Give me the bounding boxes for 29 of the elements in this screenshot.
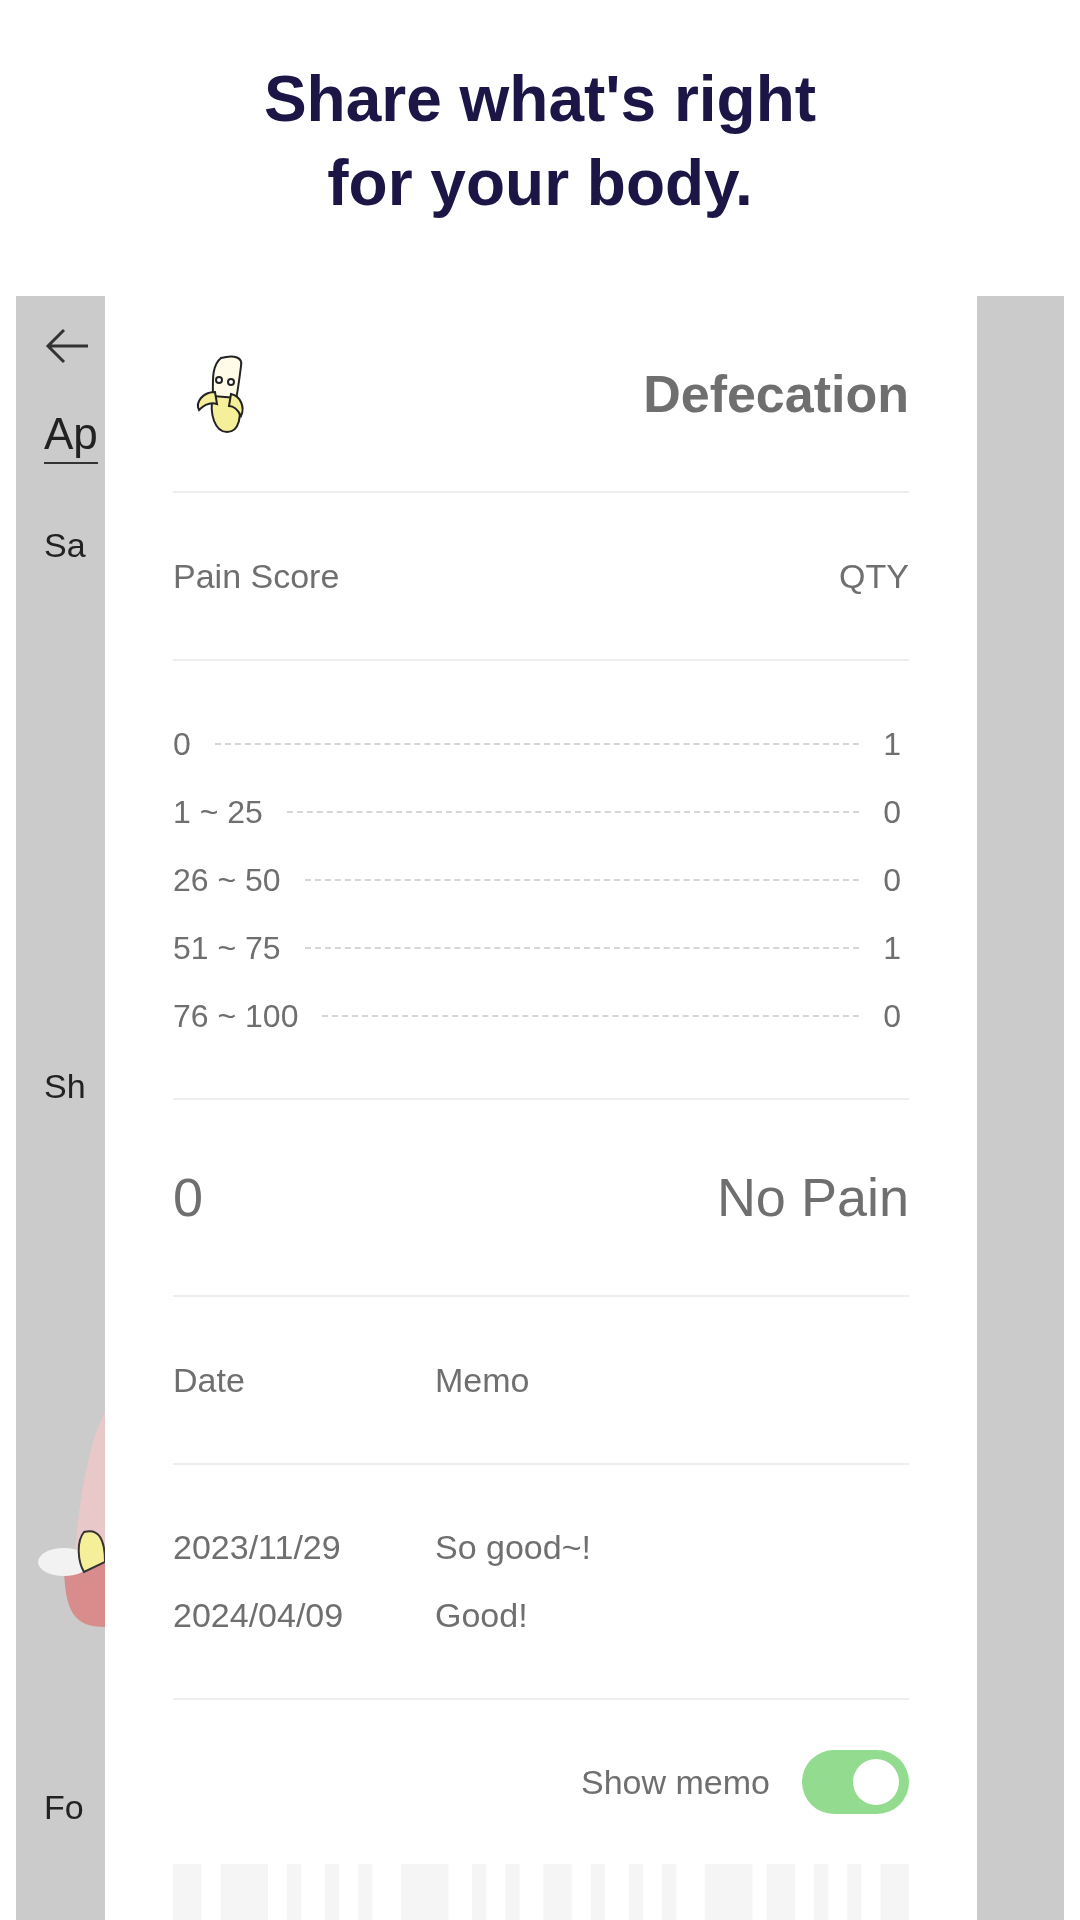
back-arrow-icon[interactable] — [44, 326, 90, 366]
section-label: Sa — [44, 525, 87, 566]
memo-date: 2023/11/29 — [173, 1527, 342, 1568]
range-label: 1 ~ 25 — [173, 792, 263, 832]
section-label: Sh — [44, 1066, 87, 1107]
quantity-value: 0 — [883, 860, 902, 900]
memo-text: So good~! — [435, 1527, 591, 1568]
column-header: Memo — [435, 1359, 530, 1401]
section-label: Fo — [44, 1787, 85, 1828]
range-label: 76 ~ 100 — [173, 996, 299, 1036]
column-header: Pain Score — [173, 555, 340, 597]
score-label: No Pain — [716, 1166, 909, 1229]
headline: Share what's right — [263, 62, 817, 137]
memo-date: 2024/04/09 — [173, 1595, 345, 1636]
card-title: Defecation — [643, 363, 909, 425]
quantity-value: 1 — [883, 724, 902, 764]
toggle-label: Show memo — [581, 1761, 770, 1803]
quantity-value: 0 — [883, 996, 902, 1036]
page-title: Ap — [44, 409, 98, 458]
range-label: 0 — [173, 724, 191, 764]
quantity-value: 0 — [883, 792, 902, 832]
score-value: 0 — [173, 1166, 204, 1229]
range-label: 26 ~ 50 — [173, 860, 281, 900]
column-header: Date — [173, 1359, 246, 1401]
range-label: 51 ~ 75 — [173, 928, 281, 968]
quantity-value: 1 — [883, 928, 902, 968]
column-header: QTY — [839, 555, 909, 597]
headline: for your body. — [327, 146, 753, 221]
memo-text: Good! — [435, 1595, 528, 1636]
